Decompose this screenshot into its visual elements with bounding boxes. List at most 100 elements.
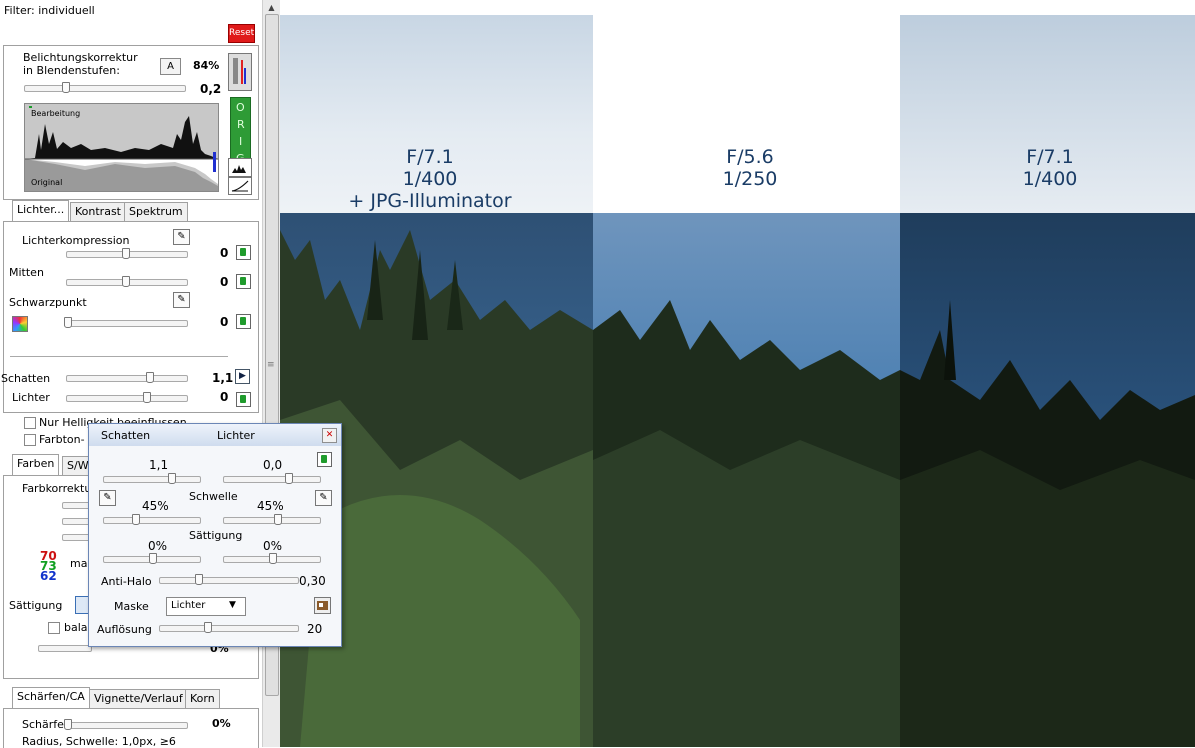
color-wheel-icon[interactable] [12,316,28,332]
schwarzpunkt-picker-icon[interactable]: ✎ [173,292,190,308]
exposure-label-1: Belichtungskorrektur [23,51,138,64]
caption-right: F/7.1 1/400 [930,146,1170,190]
histogram: Bearbeitung Original [24,103,219,192]
mitten-slider-thumb[interactable] [122,276,130,287]
radius-label: Radius, Schwelle: 1,0px, ≥6 [22,735,176,748]
scrollbar-grip-icon: ≡ [267,360,275,370]
schatten-label: Schatten [1,372,51,385]
popup-mask-view-icon[interactable] [314,597,331,614]
popup-schwelle-right-picker-icon[interactable]: ✎ [315,490,332,506]
histogram-top-label: Bearbeitung [31,109,81,118]
rgb-suffix-label: ma [70,557,88,570]
tab-korn[interactable]: Korn [185,689,220,708]
exposure-label-2: in Blendenstufen: [23,64,120,77]
comparison-photo: F/7.1 1/400 + JPG-Illuminator F/5.6 1/25… [280,0,1195,747]
tab-lichter[interactable]: Lichter... [12,200,70,221]
scroll-up-icon[interactable]: ▲ [265,1,278,14]
popup-aufloesung-slider-thumb[interactable] [204,622,212,633]
popup-aufloesung-label: Auflösung [97,623,152,636]
popup-schatten-slider-thumb[interactable] [168,473,176,484]
lichterkompression-picker-icon[interactable]: ✎ [173,229,190,245]
popup-schwelle-left-picker-icon[interactable]: ✎ [99,490,116,506]
farbton-label: Farbton- [39,433,85,446]
farbton-checkbox[interactable] [24,434,36,446]
popup-saettigung-left-slider-thumb[interactable] [149,553,157,564]
schaerfe-slider-thumb[interactable] [64,719,72,730]
lichter-label: Lichter [12,391,50,404]
popup-lichter-slider-thumb[interactable] [285,473,293,484]
schwarzpunkt-slider-thumb[interactable] [64,317,72,328]
lichterkompression-reset-button[interactable] [236,245,251,260]
balance-label: bala [64,621,88,634]
exposure-slider-thumb[interactable] [62,82,70,93]
zoom-percent: 84% [193,59,220,72]
caption-middle: F/5.6 1/250 [630,146,870,190]
lichter-value: 0 [220,390,229,404]
histogram-mode-icon[interactable] [228,158,252,177]
mitten-reset-button[interactable] [236,274,251,289]
popup-saettigung-right-value: 0% [263,539,283,553]
popup-schwelle-left-slider[interactable] [103,517,201,524]
schatten-slider-thumb[interactable] [146,372,154,383]
popup-aufloesung-slider[interactable] [159,625,299,632]
caption-left-line-3: + JPG-Illuminator [348,190,512,212]
popup-antihalo-slider-thumb[interactable] [195,574,203,585]
popup-lichter-title: Lichter [217,429,255,442]
schaerfe-label: Schärfe [22,718,64,731]
tab-schaerfen[interactable]: Schärfen/CA [12,687,90,708]
chevron-down-icon: ▼ [229,600,236,610]
tab-kontrast[interactable]: Kontrast [70,202,126,221]
lichter-slider-thumb[interactable] [143,392,151,403]
lichter-reset-button[interactable] [236,392,251,407]
popup-saettigung-right-slider-thumb[interactable] [269,553,277,564]
lichterkompression-label: Lichterkompression [22,234,130,247]
orig-letter-r: R [237,118,245,131]
lichter-slider[interactable] [66,395,188,402]
schwarzpunkt-slider[interactable] [64,320,188,327]
nur-helligkeit-checkbox[interactable] [24,417,36,429]
schaerfe-slider[interactable] [64,722,188,729]
popup-lichter-slider[interactable] [223,476,321,483]
schatten-expand-icon[interactable]: ▶ [235,369,250,384]
exposure-slider[interactable] [24,85,186,92]
popup-antihalo-slider[interactable] [159,577,299,584]
popup-saettigung-label: Sättigung [189,529,243,542]
reset-button[interactable]: Reset [228,24,255,43]
popup-schatten-slider[interactable] [103,476,201,483]
exposure-toggle-button[interactable] [228,53,252,91]
farbkorrektur-label: Farbkorrektu [22,482,92,495]
schwarzpunkt-value: 0 [220,315,229,329]
popup-maske-select[interactable]: Lichter ▼ [166,597,246,616]
popup-close-button[interactable]: ✕ [322,428,337,443]
balance-slider[interactable] [38,645,92,652]
lichterkompression-slider-thumb[interactable] [122,248,130,259]
tab-farben[interactable]: Farben [12,454,60,475]
saettigung-mode-button[interactable] [75,596,89,614]
lichterkompression-value: 0 [220,246,229,260]
landscape-image [280,0,1195,747]
popup-reset-button[interactable] [317,452,332,467]
popup-schwelle-right-slider[interactable] [223,517,321,524]
popup-schwelle-left-slider-thumb[interactable] [132,514,140,525]
popup-saettigung-left-value: 0% [148,539,168,553]
caption-right-line-1: F/7.1 [1026,146,1074,168]
tab-vignette[interactable]: Vignette/Verlauf [89,689,188,708]
popup-maske-label: Maske [114,600,149,613]
caption-left: F/7.1 1/400 + JPG-Illuminator [310,146,550,212]
balance-checkbox[interactable] [48,622,60,634]
saettigung-label: Sättigung [9,599,63,612]
schatten-slider[interactable] [66,375,188,382]
popup-antihalo-value: 0,30 [299,574,326,588]
auto-button[interactable]: A [160,58,181,75]
exposure-value: 0,2 [200,82,222,96]
mitten-value: 0 [220,275,229,289]
curve-mode-icon[interactable] [228,177,252,195]
filter-label: Filter: individuell [4,4,95,17]
schwarzpunkt-reset-button[interactable] [236,314,251,329]
caption-left-line-1: F/7.1 [406,146,454,168]
caption-right-line-2: 1/400 [1022,168,1078,190]
tab-spektrum[interactable]: Spektrum [124,202,188,221]
popup-antihalo-label: Anti-Halo [101,575,152,588]
popup-schwelle-right-slider-thumb[interactable] [274,514,282,525]
schaerfe-value: 0% [212,717,231,730]
